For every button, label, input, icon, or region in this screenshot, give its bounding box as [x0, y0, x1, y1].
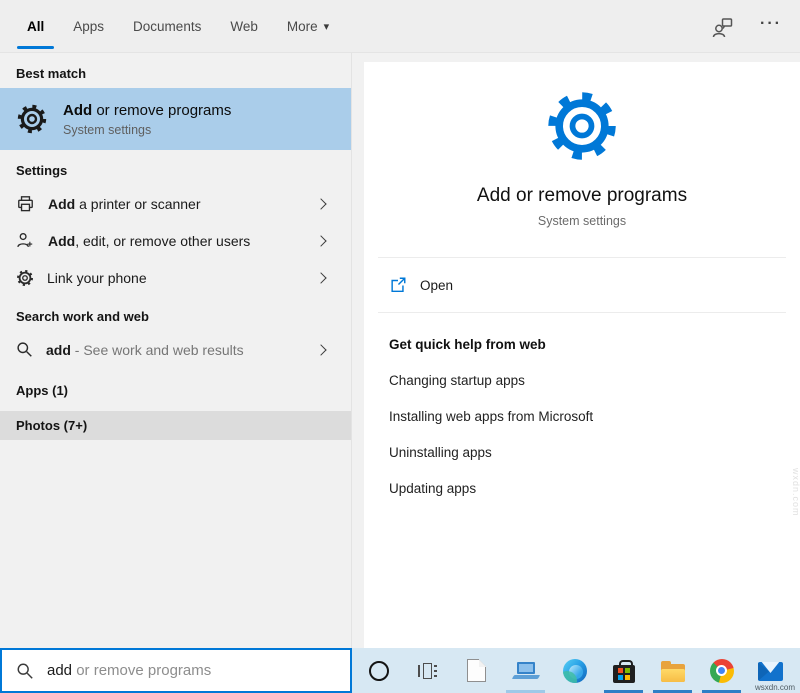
- preview-top: Add or remove programs System settings: [364, 62, 800, 228]
- edge-icon: [563, 659, 587, 683]
- result-add-or-remove-programs[interactable]: Add or remove programs System settings: [0, 88, 351, 150]
- result-label-rest: - See work and web results: [71, 342, 244, 358]
- result-label: add - See work and web results: [46, 342, 244, 358]
- result-label-rest: Link your phone: [47, 270, 147, 286]
- tab-web-label: Web: [230, 19, 258, 34]
- tab-apps[interactable]: Apps: [73, 0, 104, 52]
- tab-more-label: More: [287, 19, 318, 34]
- taskbar-button-edge[interactable]: [550, 648, 599, 693]
- file-explorer-icon: [661, 664, 685, 682]
- result-web-search[interactable]: add - See work and web results: [0, 331, 351, 368]
- tab-web[interactable]: Web: [230, 0, 258, 52]
- search-results-panel: Best match Add or remove programs System…: [0, 53, 352, 648]
- help-header: Get quick help from web: [389, 337, 800, 352]
- best-match-title: Add or remove programs: [63, 102, 231, 119]
- preview-card: Add or remove programs System settings O…: [364, 62, 800, 648]
- task-view-icon: [418, 662, 438, 680]
- taskbar-search-input[interactable]: add or remove programs: [0, 648, 352, 693]
- best-match-title-rest: or remove programs: [92, 102, 231, 119]
- preview-title: Add or remove programs: [364, 185, 800, 207]
- more-options-icon[interactable]: ···: [760, 16, 782, 38]
- result-label-bold: Add: [48, 233, 75, 249]
- apps-group-header[interactable]: Apps (1): [0, 376, 351, 405]
- photos-group-header[interactable]: Photos (7+): [0, 411, 351, 440]
- help-item-changing-startup-apps[interactable]: Changing startup apps: [389, 373, 800, 388]
- chevron-down-icon: ▾: [324, 20, 330, 33]
- gear-icon: [16, 269, 34, 287]
- search-input-text: add or remove programs: [47, 662, 211, 679]
- search-filter-bar: All Apps Documents Web More ▾ ···: [0, 0, 800, 53]
- result-add-printer-or-scanner[interactable]: Add a printer or scanner: [0, 185, 351, 222]
- tab-all-label: All: [27, 19, 44, 34]
- result-label-rest: a printer or scanner: [75, 196, 200, 212]
- help-item-uninstalling-apps[interactable]: Uninstalling apps: [389, 445, 800, 460]
- search-icon: [16, 662, 34, 680]
- search-icon: [16, 341, 33, 358]
- preview-subtitle: System settings: [364, 214, 800, 228]
- result-label: Add a printer or scanner: [48, 196, 201, 212]
- add-user-icon: [16, 231, 35, 250]
- feedback-icon[interactable]: [712, 16, 734, 38]
- tab-documents[interactable]: Documents: [133, 0, 201, 52]
- web-help-section: Get quick help from web Changing startup…: [364, 313, 800, 496]
- chrome-icon: [710, 659, 734, 683]
- result-add-edit-remove-users[interactable]: Add, edit, or remove other users: [0, 222, 351, 259]
- taskbar: wsxdn.com: [352, 648, 800, 693]
- cortana-icon: [369, 661, 389, 681]
- tab-more[interactable]: More ▾: [287, 0, 329, 52]
- search-typed-text: add: [47, 662, 72, 679]
- topbar-actions: ···: [712, 0, 782, 53]
- open-icon: [389, 276, 407, 294]
- best-match-title-bold: Add: [63, 102, 92, 119]
- chevron-right-icon[interactable]: [315, 235, 326, 246]
- watermark-text: wsxdn.com: [755, 683, 795, 692]
- taskbar-button-document-app[interactable]: [452, 648, 501, 693]
- open-label: Open: [420, 278, 453, 293]
- result-label-bold: add: [46, 342, 71, 358]
- taskbar-button-laptop-app[interactable]: [501, 648, 550, 693]
- tab-all[interactable]: All: [27, 0, 44, 52]
- chevron-right-icon[interactable]: [315, 272, 326, 283]
- tab-apps-label: Apps: [73, 19, 104, 34]
- best-match-header: Best match: [0, 53, 351, 88]
- taskbar-button-cortana[interactable]: [354, 648, 403, 693]
- search-suggestion-text: or remove programs: [72, 662, 211, 679]
- help-item-updating-apps[interactable]: Updating apps: [389, 481, 800, 496]
- taskbar-button-chrome[interactable]: [697, 648, 746, 693]
- store-icon: [613, 665, 635, 683]
- taskbar-button-task-view[interactable]: [403, 648, 452, 693]
- gear-icon: [16, 103, 48, 135]
- result-label: Link your phone: [47, 270, 147, 286]
- laptop-icon: [513, 661, 539, 681]
- open-action[interactable]: Open: [364, 258, 800, 312]
- taskbar-button-store[interactable]: [599, 648, 648, 693]
- result-label-bold: Add: [48, 196, 75, 212]
- watermark-side-text: wxdn.com: [791, 468, 800, 517]
- windows-search-flyout: All Apps Documents Web More ▾ ··· Best m: [0, 0, 800, 693]
- best-match-text: Add or remove programs System settings: [63, 102, 231, 137]
- printer-icon: [16, 194, 35, 213]
- help-item-installing-web-apps[interactable]: Installing web apps from Microsoft: [389, 409, 800, 424]
- chevron-right-icon[interactable]: [315, 198, 326, 209]
- taskbar-button-file-explorer[interactable]: [648, 648, 697, 693]
- preview-panel: Add or remove programs System settings O…: [352, 53, 800, 648]
- filter-tabs: All Apps Documents Web More ▾: [27, 0, 329, 52]
- tab-documents-label: Documents: [133, 19, 201, 34]
- result-link-your-phone[interactable]: Link your phone: [0, 259, 351, 296]
- chevron-right-icon[interactable]: [315, 344, 326, 355]
- result-label-rest: , edit, or remove other users: [75, 233, 250, 249]
- document-app-icon: [467, 659, 486, 682]
- best-match-subtitle: System settings: [63, 123, 231, 137]
- search-work-web-header: Search work and web: [0, 296, 351, 331]
- result-label: Add, edit, or remove other users: [48, 233, 250, 249]
- settings-header: Settings: [0, 150, 351, 185]
- gear-icon: [544, 88, 620, 164]
- mail-icon: [758, 662, 783, 681]
